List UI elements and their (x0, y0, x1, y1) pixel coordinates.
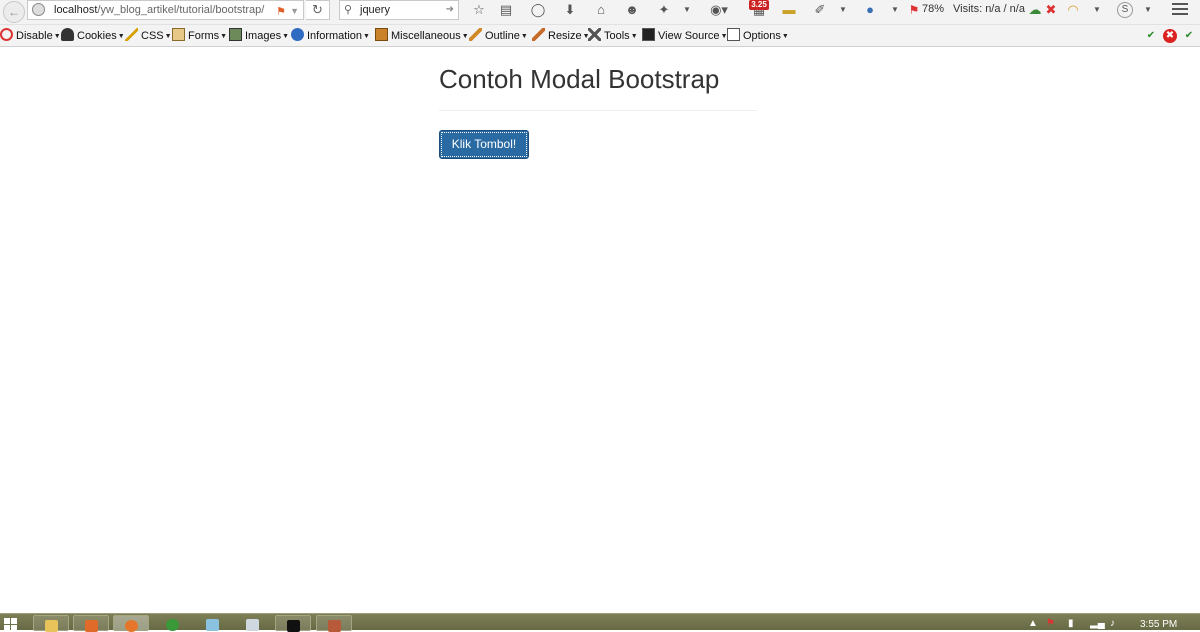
pocket-icon[interactable]: ◯ (530, 2, 546, 20)
wd-information-menu[interactable]: Information▼ (291, 28, 370, 44)
taskbar-app-button[interactable] (316, 615, 352, 632)
cookies-icon (61, 28, 74, 41)
outline-icon (469, 28, 482, 41)
lock-icon[interactable]: ● (862, 2, 878, 20)
firefox-icon (125, 620, 138, 632)
dropdown-icon[interactable]: ▼ (837, 2, 849, 20)
wd-images-menu[interactable]: Images▼ (229, 28, 289, 44)
dropdown-icon[interactable]: ▼ (681, 2, 693, 20)
archive-icon (328, 620, 341, 632)
wd-options-menu[interactable]: Options▼ (727, 28, 789, 44)
url-host: localhost (54, 4, 98, 16)
bookmark-star-icon[interactable]: ☆ (471, 2, 487, 20)
images-icon (229, 28, 242, 41)
web-developer-toolbar: Disable▼ Cookies▼ CSS▼ Forms▼ Images▼ In… (0, 25, 1200, 47)
options-icon (727, 28, 740, 41)
note-icon[interactable]: ▬ (781, 2, 797, 20)
xampp-icon (85, 620, 98, 632)
tray-flag-icon[interactable]: ⚑ (1046, 618, 1055, 630)
folder-icon (45, 620, 58, 632)
taskbar-app-button[interactable] (235, 615, 271, 631)
tray-volume-icon[interactable]: ♪ (1110, 618, 1115, 630)
start-button-icon[interactable] (4, 618, 18, 631)
profile-avatar[interactable]: S (1117, 2, 1133, 18)
wd-resize-menu[interactable]: Resize▼ (532, 28, 590, 44)
tray-power-icon[interactable]: ▮ (1068, 618, 1074, 630)
taskbar-explorer-button[interactable] (33, 615, 69, 632)
view-source-icon (642, 28, 655, 41)
puzzle-icon[interactable]: ✦ (656, 2, 672, 20)
wd-outline-menu[interactable]: Outline▼ (469, 28, 528, 44)
open-modal-button[interactable]: Klik Tombol! (439, 130, 529, 159)
eyedropper-icon[interactable]: ✐ (812, 2, 828, 20)
taskbar-app-button[interactable] (195, 615, 231, 631)
taskbar-xampp-button[interactable] (73, 615, 109, 632)
hamburger-menu-icon[interactable] (1172, 3, 1188, 17)
search-value: jquery (360, 4, 390, 16)
taskbar-clock[interactable]: 3:55 PM (1140, 619, 1177, 630)
taskbar-firefox-button[interactable] (113, 615, 149, 632)
forms-icon (172, 28, 185, 41)
information-icon (291, 28, 304, 41)
validate-ok-icon[interactable]: ✔ (1144, 29, 1158, 43)
css-icon (125, 28, 138, 41)
home-icon[interactable]: ⌂ (593, 2, 609, 20)
chrome-icon (166, 619, 179, 631)
download-icon[interactable]: ⬇ (562, 2, 578, 20)
browser-nav-bar: ← localhost/yw_blog_artikel/tutorial/boo… (0, 0, 1200, 25)
taskbar-cmd-button[interactable] (275, 615, 311, 632)
tray-expand-icon[interactable]: ▲ (1028, 618, 1038, 630)
wd-disable-menu[interactable]: Disable▼ (0, 28, 61, 44)
wd-cookies-menu[interactable]: Cookies▼ (61, 28, 125, 44)
chat-icon[interactable]: ☻ (624, 2, 640, 20)
flag-icon[interactable]: ⚑ (908, 2, 920, 20)
wd-tools-menu[interactable]: Tools▼ (588, 28, 638, 44)
close-x-icon[interactable]: ✖ (1044, 2, 1058, 20)
back-button[interactable]: ← (3, 1, 25, 23)
document-icon (246, 619, 259, 631)
zoom-percent: 78% (922, 3, 945, 15)
terminal-icon (287, 620, 300, 632)
wd-miscellaneous-menu[interactable]: Miscellaneous▼ (375, 28, 469, 44)
dropdown-icon[interactable]: ▼ (1091, 2, 1103, 20)
globe-icon (32, 3, 45, 16)
wd-forms-menu[interactable]: Forms▼ (172, 28, 227, 44)
tools-icon (588, 28, 601, 41)
taskbar: ▲ ⚑ ▮ ▂▄ ♪ 3:55 PM (0, 613, 1200, 632)
dropdown-icon[interactable]: ▼ (889, 2, 901, 20)
reading-list-icon[interactable]: ▤ (498, 2, 514, 20)
visits-text: Visits: n/a / n/a (953, 3, 1025, 15)
validate-error-icon[interactable]: ✖ (1163, 29, 1177, 43)
url-path: /yw_blog_artikel/tutorial/bootstrap/ (97, 4, 265, 16)
url-dropdown-icon[interactable]: ▼ (290, 2, 299, 19)
search-input[interactable]: ⚲ jquery ➜ (339, 0, 459, 20)
search-icon: ⚲ (344, 4, 353, 16)
adblock-icon[interactable]: ◉▾ (708, 2, 730, 20)
notepad-icon (206, 619, 219, 631)
notification-badge: 3.25 (749, 0, 769, 10)
resize-icon (532, 28, 545, 41)
page-title: Contoh Modal Bootstrap (439, 64, 720, 94)
rainbow-icon[interactable]: ◠ (1064, 2, 1082, 20)
url-bar[interactable]: localhost/yw_blog_artikel/tutorial/boots… (27, 0, 304, 20)
validate-ok-icon[interactable]: ✔ (1182, 29, 1196, 43)
search-go-icon[interactable]: ➜ (446, 1, 454, 19)
cloud-icon[interactable]: ☁ (1028, 2, 1042, 20)
title-divider (439, 110, 757, 111)
wd-view-source-menu[interactable]: View Source▼ (642, 28, 728, 44)
wd-css-menu[interactable]: CSS▼ (125, 28, 172, 44)
flag-icon[interactable]: ⚑ (276, 3, 286, 18)
tray-network-icon[interactable]: ▂▄ (1090, 618, 1105, 630)
disable-icon (0, 28, 13, 41)
reload-button[interactable]: ↻ (306, 0, 330, 20)
dropdown-icon[interactable]: ▼ (1142, 2, 1154, 20)
taskbar-chrome-button[interactable] (155, 615, 191, 631)
miscellaneous-icon (375, 28, 388, 41)
